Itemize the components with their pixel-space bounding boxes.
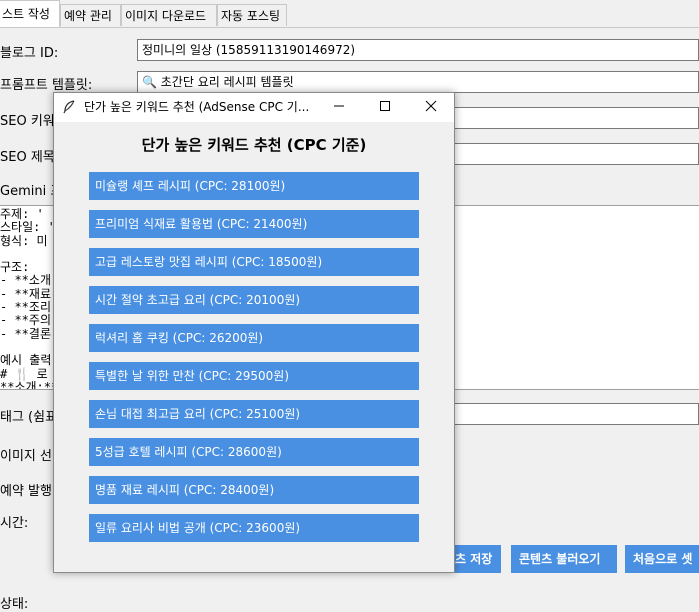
seo-title-input[interactable] [420,143,699,165]
tab-post-write[interactable]: 스트 작성 [0,0,60,27]
keyword-button[interactable]: 명품 재료 레시피 (CPC: 28400원) [89,476,419,504]
blog-id-label: 블로그 ID: [0,46,59,61]
tab-auto-posting[interactable]: 자동 포스팅 [217,4,287,26]
tab-schedule-manage[interactable]: 예약 관리 [60,4,121,26]
blog-id-select[interactable]: 정미니의 일상 (15859113190146972) [137,39,699,61]
tags-label: 태그 (쉼표 [0,410,58,425]
load-content-button[interactable]: 콘텐츠 불러오기 [511,545,617,573]
schedule-publish-label: 예약 발행 [0,484,52,499]
keyword-button[interactable]: 시간 절약 초고급 요리 (CPC: 20100원) [89,286,419,314]
seo-title-label: SEO 제목 [0,150,55,165]
minimize-button[interactable] [316,93,362,122]
keyword-button[interactable]: 5성급 호텔 레시피 (CPC: 28600원) [89,438,419,466]
prompt-template-select[interactable]: 🔍 초간단 요리 레시피 템플릿 [137,71,699,93]
maximize-icon [379,100,391,115]
keyword-button[interactable]: 프리미엄 식재료 활용법 (CPC: 21400원) [89,210,419,238]
dialog-heading: 단가 높은 키워드 추천 (CPC 기준) [141,136,367,154]
tab-bar: 스트 작성 예약 관리 이미지 다운로드 자동 포스팅 [0,0,699,28]
feather-icon [62,100,76,117]
status-label: 상태: [0,597,29,612]
close-button[interactable] [408,93,454,122]
prompt-template-label: 프롬프트 템플릿: [0,78,93,93]
dialog-title: 단가 높은 키워드 추천 (AdSense CPC 기... [84,100,310,114]
minimize-icon [333,100,345,115]
seo-keyword-input[interactable] [420,107,699,129]
image-select-label: 이미지 선 [0,449,52,464]
dialog-titlebar[interactable]: 단가 높은 키워드 추천 (AdSense CPC 기... [54,93,454,122]
tab-image-download[interactable]: 이미지 다운로드 [121,4,217,26]
keyword-button[interactable]: 손님 대접 최고급 요리 (CPC: 25100원) [89,400,419,428]
time-label: 시간: [0,516,29,531]
close-icon [425,100,437,115]
keyword-button[interactable]: 미슐랭 셰프 레시피 (CPC: 28100원) [89,172,419,200]
keyword-button[interactable]: 럭셔리 홈 쿠킹 (CPC: 26200원) [89,324,419,352]
reset-button[interactable]: 처음으로 셋 [625,545,699,573]
seo-keyword-label: SEO 키워 [0,114,55,129]
keyword-button[interactable]: 특별한 날 위한 만찬 (CPC: 29500원) [89,362,419,390]
keyword-button[interactable]: 고급 레스토랑 맛집 레시피 (CPC: 18500원) [89,248,419,276]
keyword-button[interactable]: 일류 요리사 비법 공개 (CPC: 23600원) [89,514,419,542]
keyword-recommend-dialog: 단가 높은 키워드 추천 (AdSense CPC 기... 단가 높은 키워드… [53,92,455,573]
tags-input[interactable] [420,403,699,425]
maximize-button[interactable] [362,93,408,122]
